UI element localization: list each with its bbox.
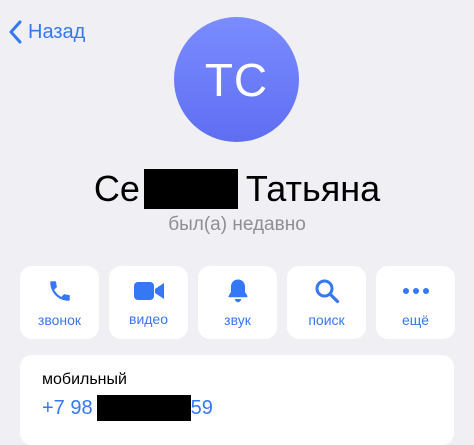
phone-number-suffix: 59 [190,396,213,419]
video-label: видео [129,310,168,327]
video-icon [133,281,164,300]
back-button[interactable]: Назад [8,16,85,48]
back-label: Назад [28,20,86,43]
call-button[interactable]: звонок [20,266,99,339]
search-icon [315,279,339,303]
avatar-initials: TC [204,53,269,106]
video-button[interactable]: видео [109,266,188,339]
name-suffix: Татьяна [245,168,381,209]
sound-label: звук [224,311,251,328]
name-prefix: Се [93,168,140,209]
bell-icon [227,279,248,302]
sound-button[interactable]: звук [198,266,277,339]
more-icon [402,287,429,294]
redaction-bar [96,395,191,421]
more-button[interactable]: ещё [376,266,455,339]
contact-name: Се Татьяна [0,168,474,210]
avatar[interactable]: TC [174,17,299,142]
phone-number-prefix: +7 98 [42,396,93,419]
phone-icon [49,280,70,301]
more-label: ещё [401,311,430,328]
action-buttons: звонок видео звук поиск ещё [20,266,455,339]
search-label: поиск [308,311,345,328]
call-label: звонок [37,311,82,328]
phone-number[interactable]: +7 98 59 [42,395,213,421]
phone-type-label: мобильный [42,371,127,388]
chevron-left-icon [9,20,22,44]
redaction-bar [143,169,238,209]
search-button[interactable]: поиск [287,266,366,339]
phone-card: мобильный +7 98 59 [20,355,454,445]
last-seen-status: был(а) недавно [168,214,306,235]
